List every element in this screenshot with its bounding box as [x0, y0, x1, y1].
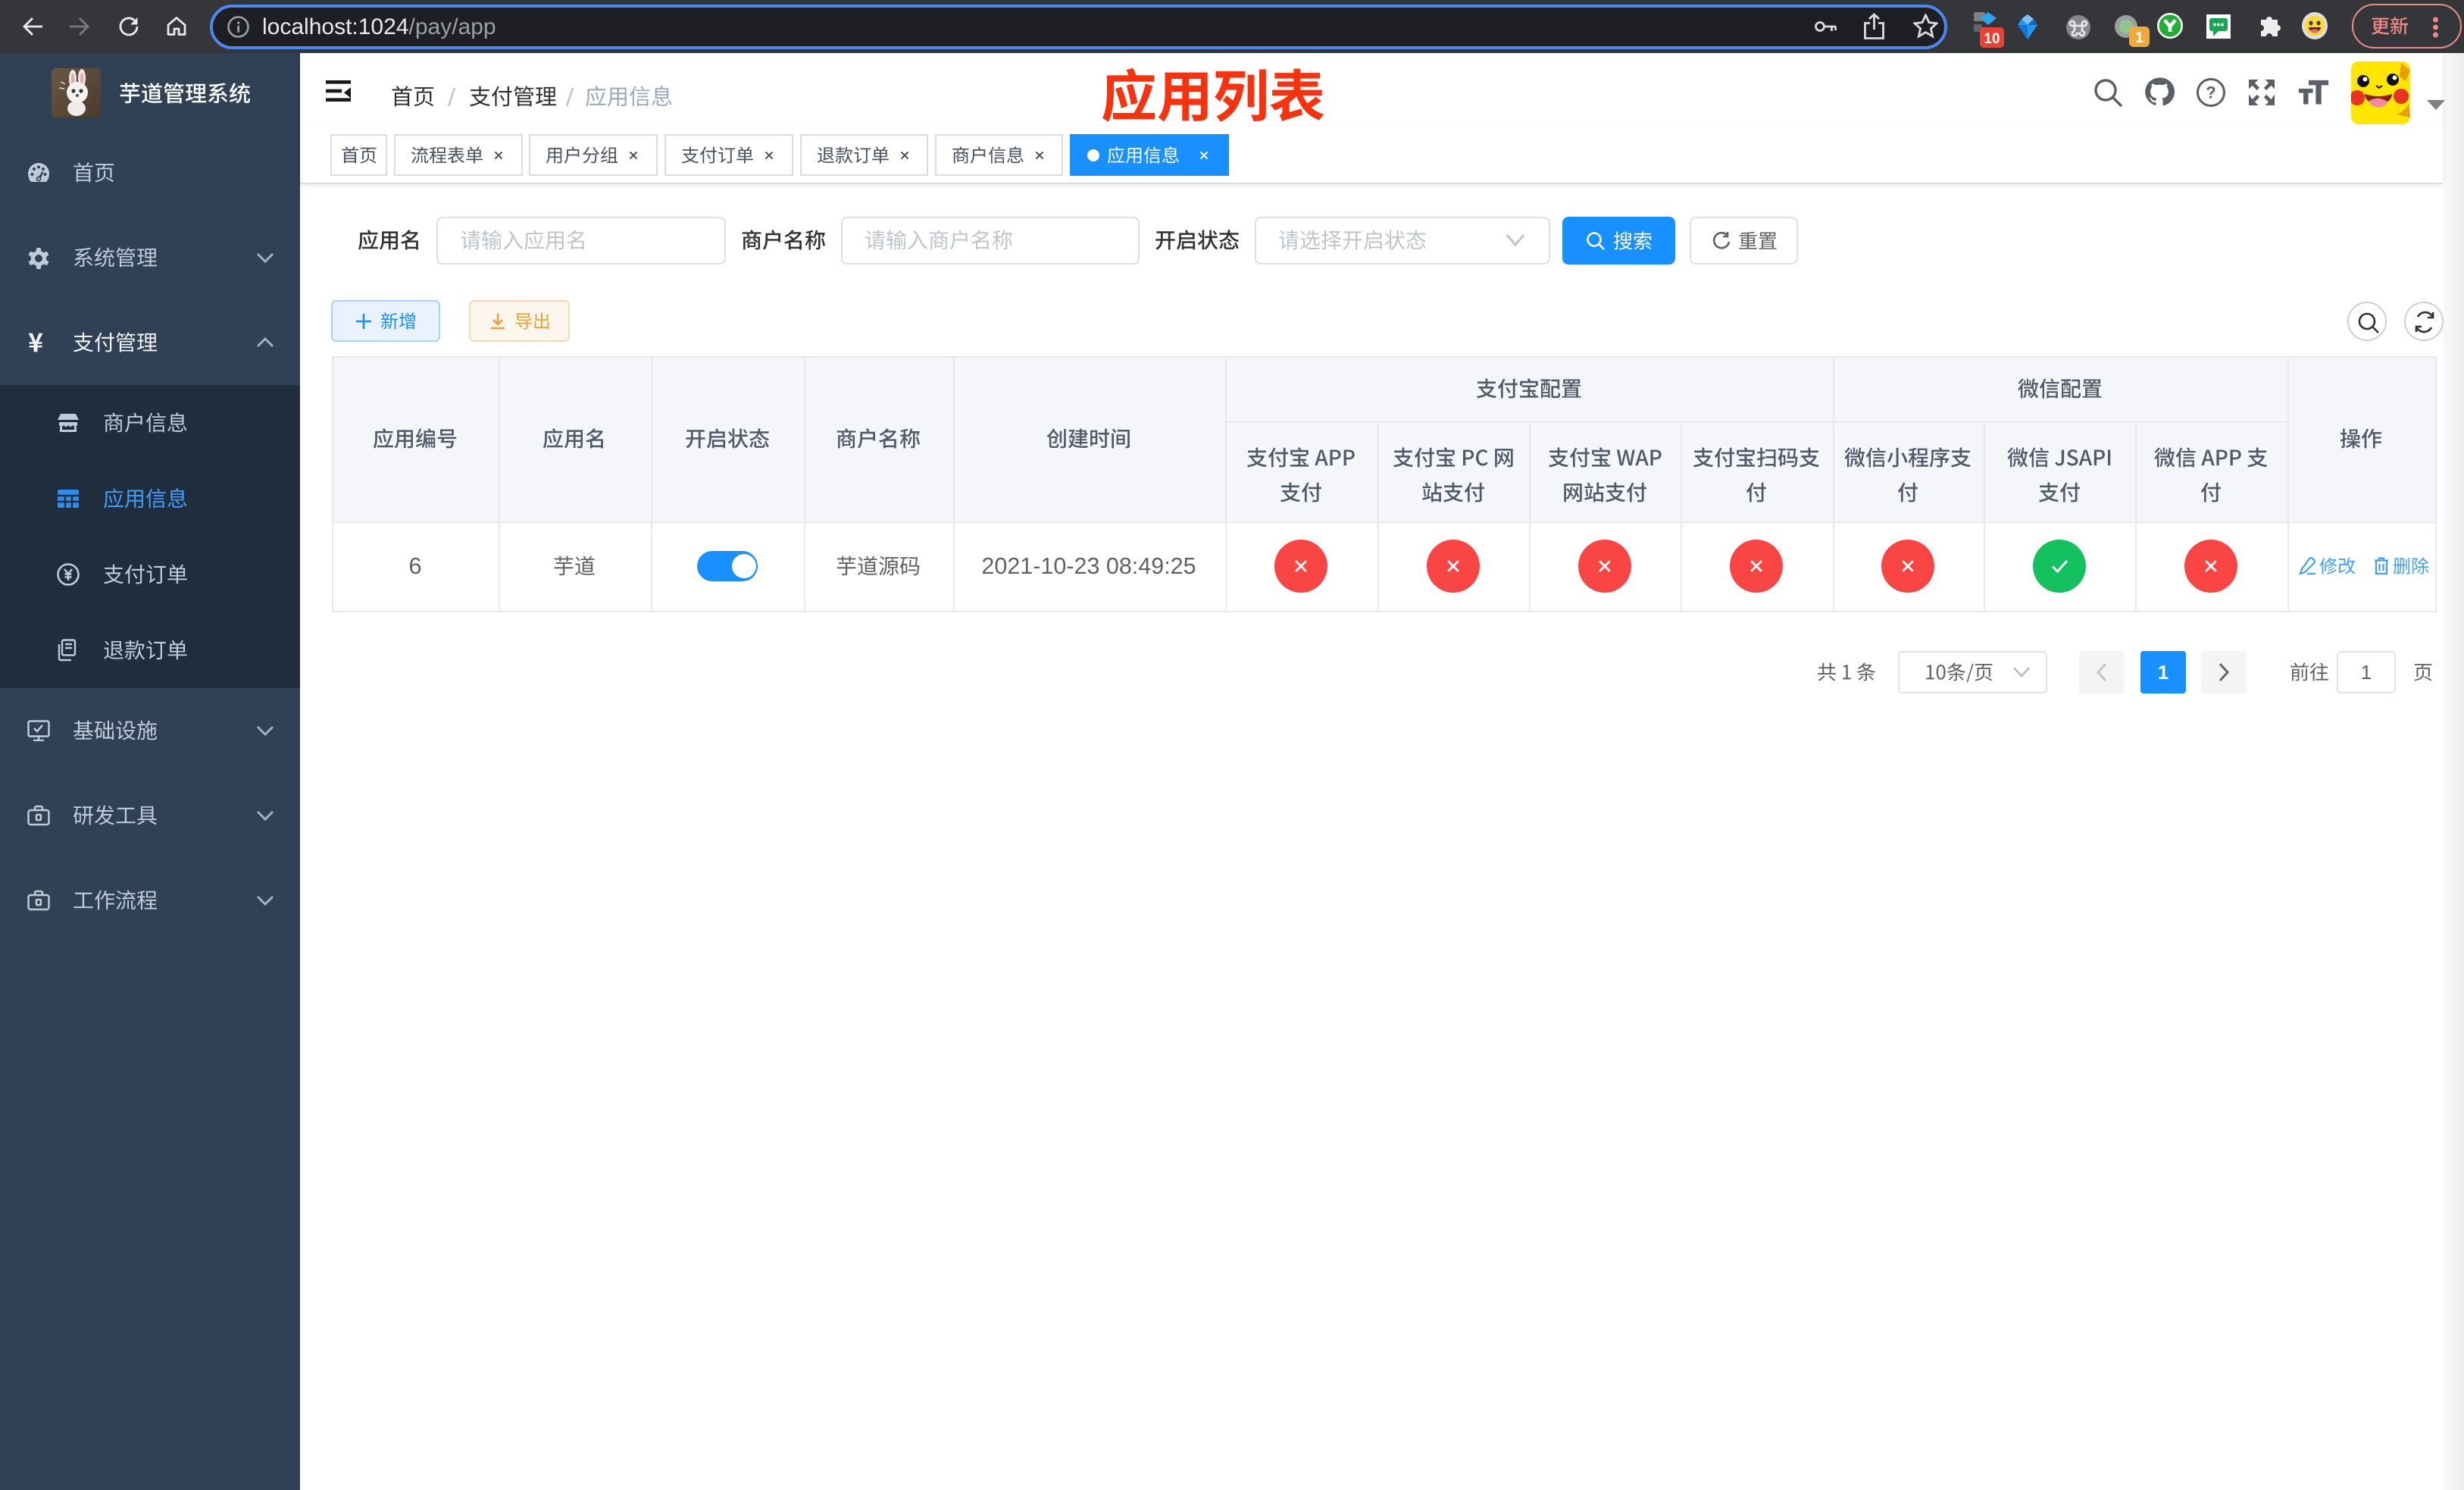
svg-text:?: ?: [2206, 83, 2215, 102]
svg-text:10: 10: [1984, 31, 2000, 47]
svg-text:1: 1: [2135, 30, 2143, 46]
